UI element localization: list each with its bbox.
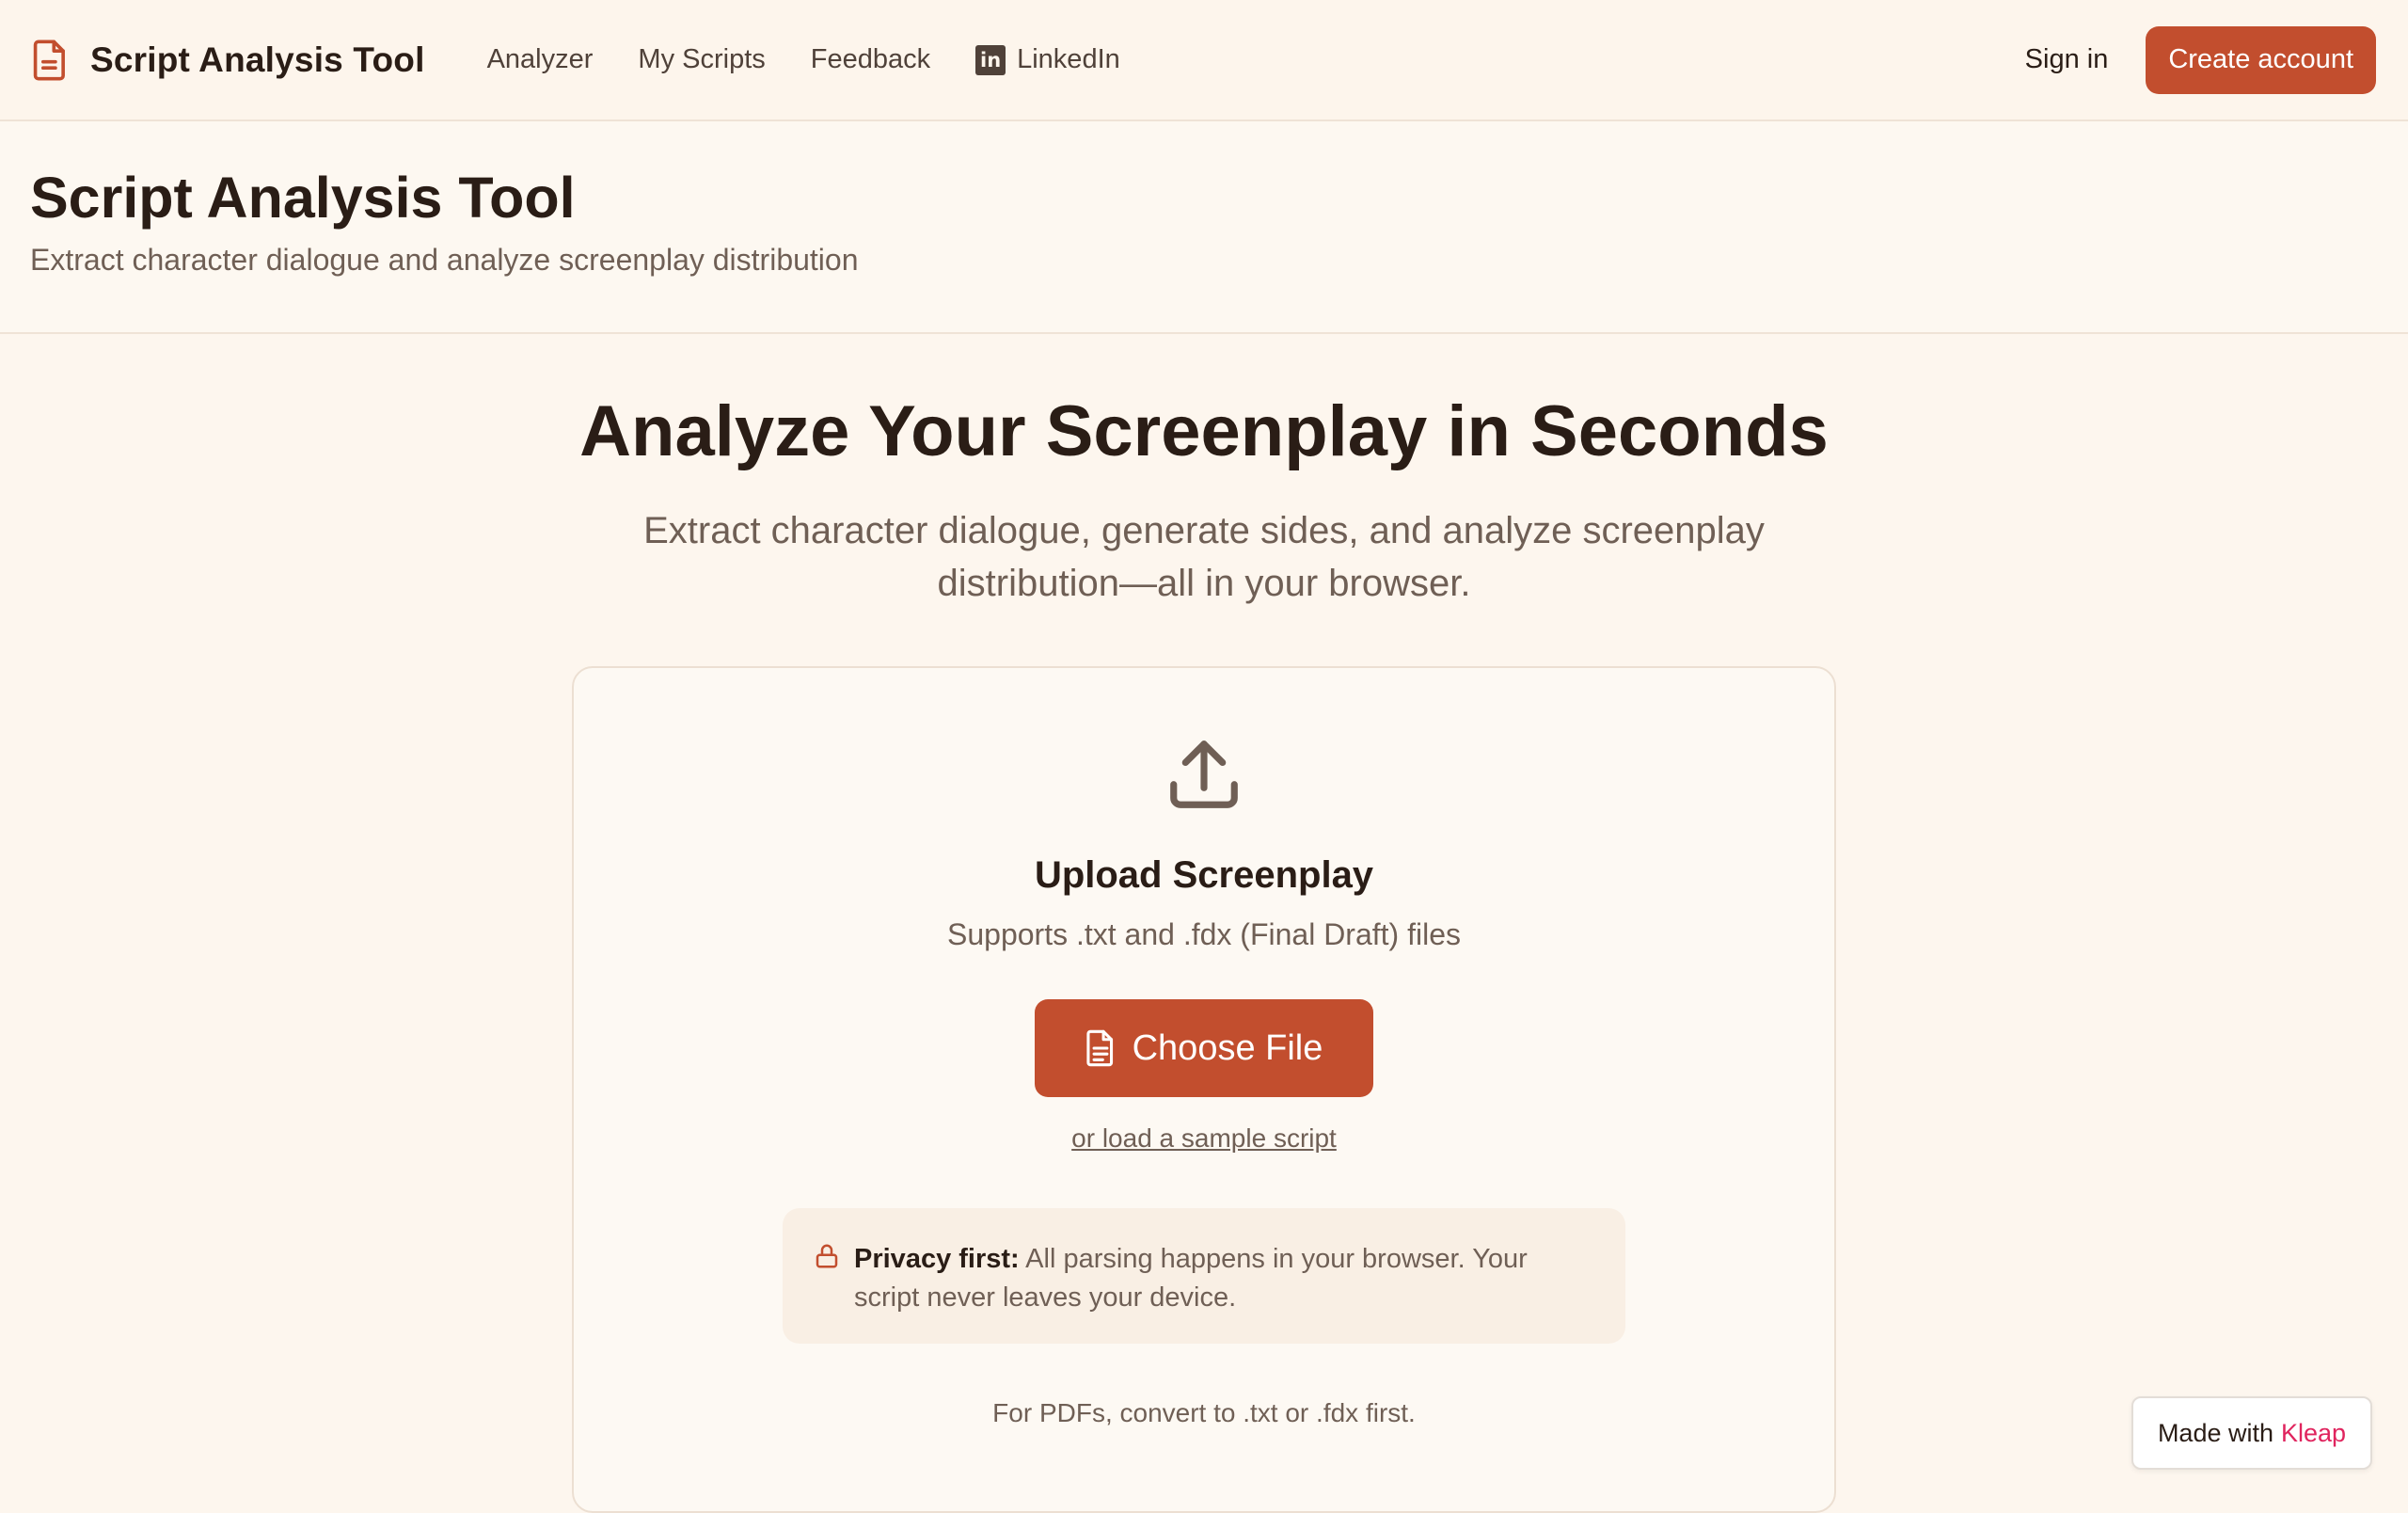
page-header: Script Analysis Tool Extract character d… <box>0 121 2408 334</box>
hero-title: Analyze Your Screenplay in Seconds <box>579 391 1829 471</box>
pdf-note: For PDFs, convert to .txt or .fdx first. <box>992 1398 1416 1427</box>
nav-link-linkedin[interactable]: in LinkedIn <box>975 44 1120 75</box>
privacy-label: Privacy first: <box>854 1244 1020 1274</box>
file-icon <box>1085 1029 1113 1067</box>
choose-file-label: Choose File <box>1132 1027 1323 1068</box>
nav-links: Analyzer My Scripts Feedback in LinkedIn <box>487 44 1120 75</box>
badge-prefix: Made with <box>2157 1418 2273 1447</box>
nav-actions: Sign in Create account <box>2025 25 2376 94</box>
document-icon <box>33 39 65 81</box>
page-subtitle: Extract character dialogue and analyze s… <box>30 243 859 278</box>
made-with-badge[interactable]: Made with Kleap <box>2131 1396 2372 1470</box>
nav-link-analyzer[interactable]: Analyzer <box>487 44 594 75</box>
nav-link-feedback[interactable]: Feedback <box>811 44 930 75</box>
create-account-button[interactable]: Create account <box>2146 25 2376 94</box>
nav-link-linkedin-label: LinkedIn <box>1017 44 1120 74</box>
upload-title: Upload Screenplay <box>1034 854 1374 896</box>
badge-brand: Kleap <box>2281 1418 2347 1447</box>
page-title: Script Analysis Tool <box>30 166 576 230</box>
choose-file-button[interactable]: Choose File <box>1035 999 1373 1097</box>
brand-name: Script Analysis Tool <box>90 40 425 79</box>
hero: Analyze Your Screenplay in Seconds Extra… <box>0 334 2408 610</box>
hero-subtitle: Extract character dialogue, generate sid… <box>643 510 1765 605</box>
nav-link-my-scripts[interactable]: My Scripts <box>638 44 765 75</box>
lock-icon <box>816 1244 838 1268</box>
brand[interactable]: Script Analysis Tool <box>32 39 425 82</box>
supported-formats: Supports .txt and .fdx (Final Draft) fil… <box>947 917 1461 951</box>
top-nav: Script Analysis Tool Analyzer My Scripts… <box>0 0 2408 121</box>
upload-card[interactable]: Upload Screenplay Supports .txt and .fdx… <box>572 666 1836 1513</box>
privacy-notice: Privacy first: All parsing happens in yo… <box>783 1208 1625 1344</box>
upload-icon <box>1170 741 1238 808</box>
linkedin-icon: in <box>975 44 1006 75</box>
privacy-text: Privacy first: All parsing happens in yo… <box>854 1240 1597 1316</box>
load-sample-link[interactable]: or load a sample script <box>1071 1123 1337 1154</box>
sign-in-link[interactable]: Sign in <box>2025 44 2109 75</box>
